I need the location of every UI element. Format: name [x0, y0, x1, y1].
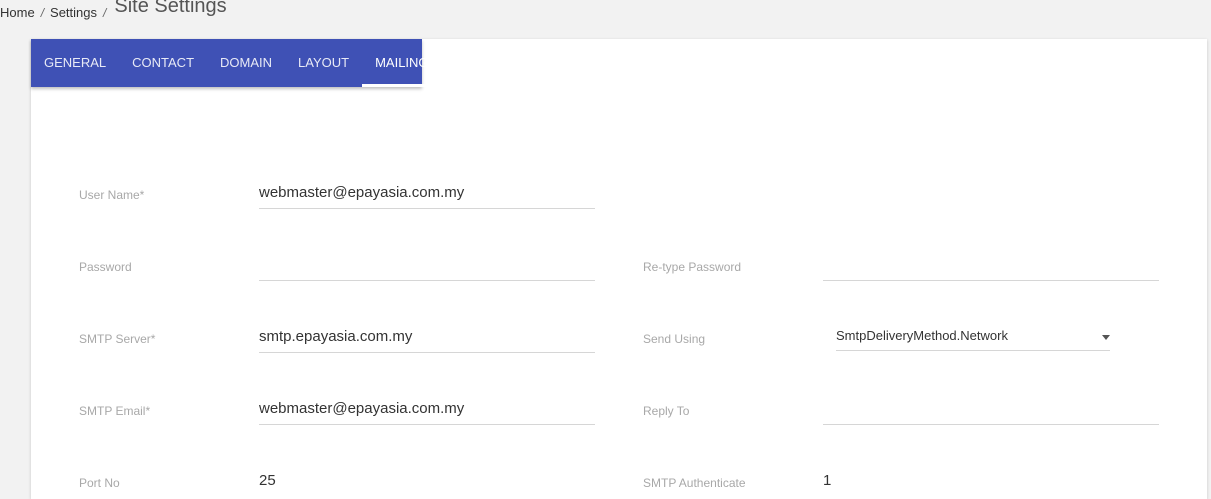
password-input[interactable]	[259, 253, 595, 275]
breadcrumb-separator: /	[40, 6, 45, 20]
smtp-email-label: SMTP Email*	[79, 404, 151, 418]
port-no-label: Port No	[79, 476, 120, 490]
breadcrumb-settings-link[interactable]: Settings	[50, 5, 97, 20]
port-no-input[interactable]	[259, 469, 595, 491]
send-using-label: Send Using	[643, 332, 706, 346]
reply-to-input[interactable]	[823, 397, 1159, 419]
smtp-server-label: SMTP Server*	[79, 332, 156, 346]
tab-bar: GENERAL CONTACT DOMAIN LAYOUT MAILING	[31, 39, 442, 87]
tab-contact[interactable]: CONTACT	[119, 39, 207, 87]
smtp-authenticate-label: SMTP Authenticate	[643, 476, 746, 490]
smtp-email-input[interactable]	[259, 397, 595, 419]
tab-mailing[interactable]: MAILING	[362, 39, 442, 87]
reply-to-label: Reply To	[643, 404, 690, 418]
send-using-select[interactable]: SmtpDeliveryMethod.Network	[836, 326, 1110, 351]
caret-down-icon	[1102, 335, 1110, 340]
smtp-authenticate-input[interactable]	[823, 469, 1159, 491]
breadcrumb-separator: /	[103, 6, 107, 20]
page-title: Site Settings	[114, 0, 227, 17]
retype-password-label: Re-type Password	[643, 260, 742, 274]
tab-general[interactable]: GENERAL	[31, 39, 119, 87]
breadcrumb-home-link[interactable]: Home	[0, 5, 35, 20]
user-name-label: User Name*	[79, 188, 145, 202]
tab-domain[interactable]: DOMAIN	[207, 39, 285, 87]
breadcrumb: Home / Settings / Site Settings	[0, 0, 227, 24]
tab-layout[interactable]: LAYOUT	[285, 39, 362, 87]
smtp-server-input[interactable]	[259, 325, 595, 347]
user-name-input[interactable]	[259, 181, 595, 203]
password-label: Password	[79, 260, 132, 274]
send-using-value: SmtpDeliveryMethod.Network	[836, 328, 1008, 343]
retype-password-input[interactable]	[823, 253, 1159, 275]
